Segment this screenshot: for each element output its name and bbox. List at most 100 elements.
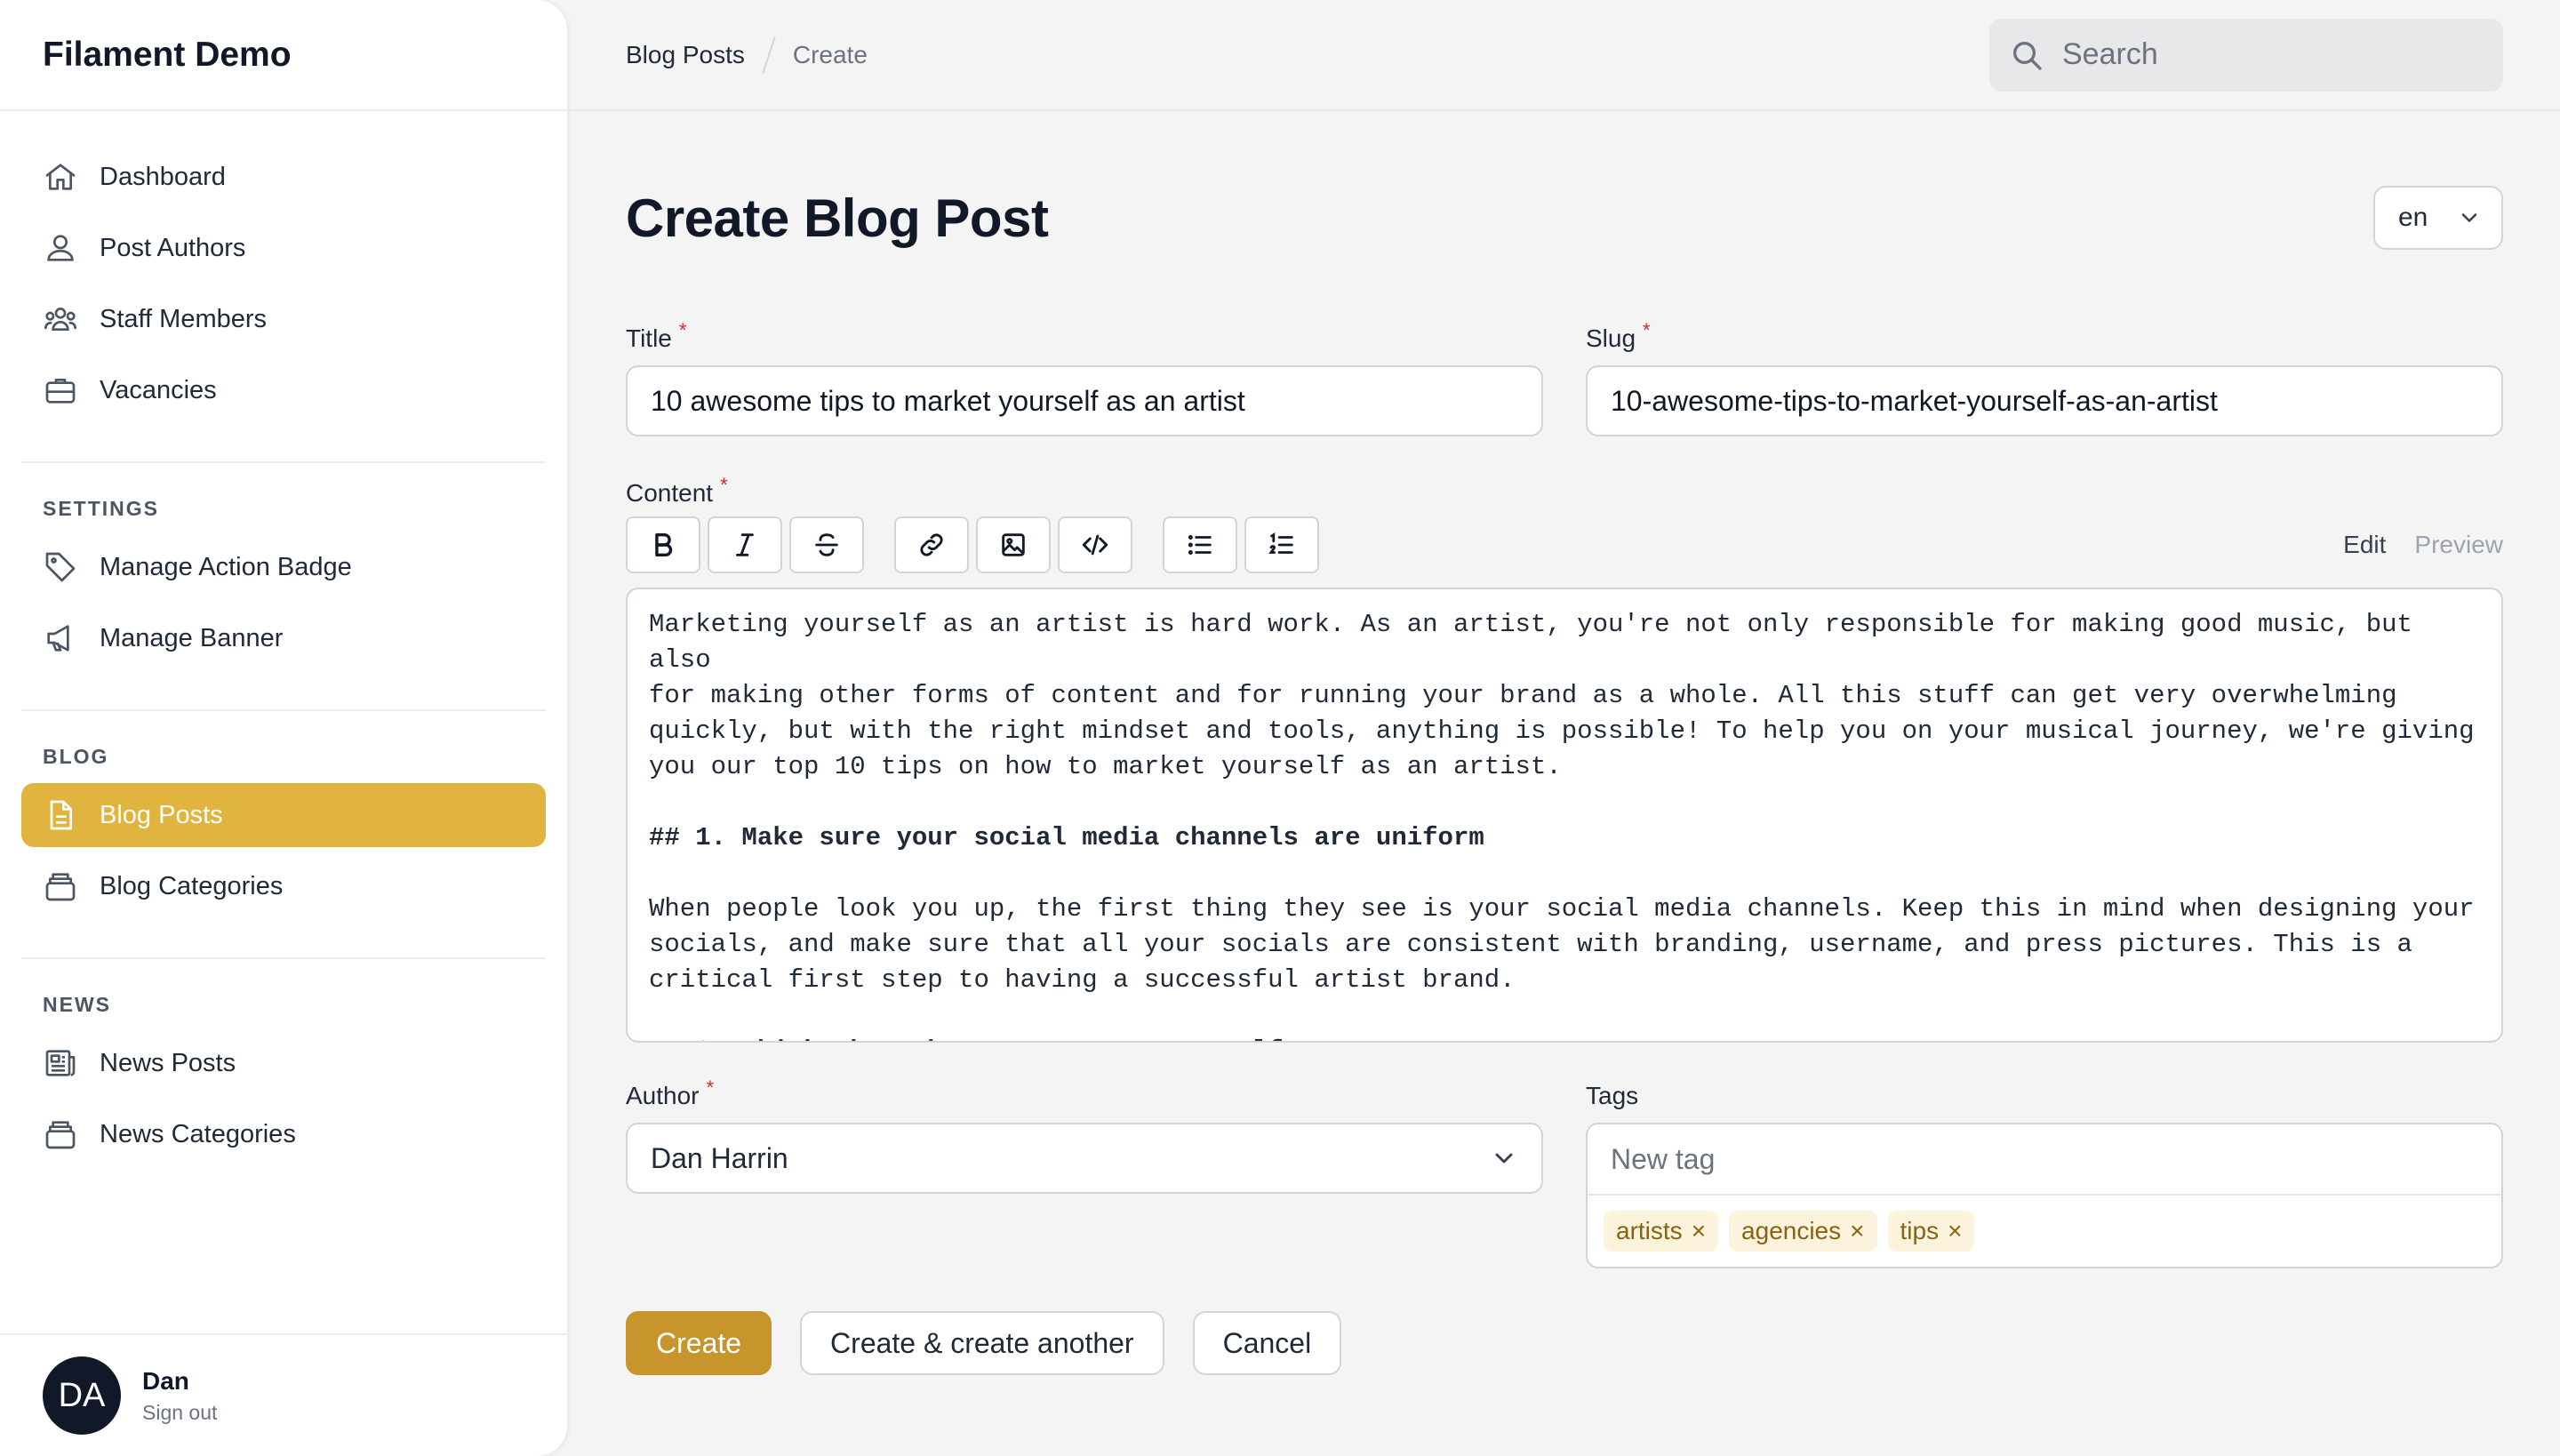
image-button[interactable]	[976, 516, 1051, 573]
tags-input-wrapper	[1588, 1124, 2501, 1196]
app-title[interactable]: Filament Demo	[0, 0, 567, 111]
user-info: Dan Sign out	[142, 1367, 217, 1425]
editor-toolbar-row: Edit Preview	[626, 516, 2503, 573]
title-field[interactable]: 10 awesome tips to market yourself as an…	[626, 365, 1543, 436]
author-select[interactable]: Dan Harrin	[626, 1123, 1543, 1194]
editor-heading: ## 2. Think about how to express yoursel…	[649, 1034, 2480, 1041]
page-title: Create Blog Post	[626, 188, 1049, 248]
tags-label-text: Tags	[1586, 1082, 1639, 1109]
sidebar-item-vacancies[interactable]: Vacancies	[21, 358, 546, 422]
remove-tag-icon[interactable]: ×	[1948, 1217, 1962, 1245]
numbered-list-icon	[1268, 532, 1293, 554]
author-value: Dan Harrin	[651, 1141, 788, 1174]
strike-button[interactable]	[789, 516, 864, 573]
required-marker: *	[1643, 319, 1651, 341]
tag-label: artists	[1616, 1217, 1683, 1244]
author-field-group: Author * Dan Harrin	[626, 1076, 1543, 1268]
page-header: Create Blog Post en	[626, 111, 2503, 324]
locale-select[interactable]: en	[2373, 186, 2503, 250]
author-tags-row: Author * Dan Harrin Tags artists ×	[626, 1076, 2503, 1268]
briefcase-icon	[45, 379, 76, 404]
italic-button[interactable]	[708, 516, 782, 573]
cancel-button[interactable]: Cancel	[1192, 1311, 1342, 1375]
megaphone-icon	[47, 625, 69, 652]
sign-out-link[interactable]: Sign out	[142, 1401, 217, 1425]
title-label-text: Title	[626, 324, 672, 352]
nav-group-settings: Settings Manage Action Badge Manage Bann…	[21, 463, 546, 711]
sidebar-item-news-posts[interactable]: News Posts	[21, 1031, 546, 1095]
breadcrumb: Blog Posts Create	[626, 36, 868, 75]
content-editor[interactable]: Marketing yourself as an artist is hard …	[626, 588, 2503, 1043]
editor-line: quickly, but with the right mindset and …	[649, 716, 2475, 746]
remove-tag-icon[interactable]: ×	[1850, 1217, 1864, 1245]
bold-icon	[655, 532, 673, 557]
editor-heading: ## 1. Make sure your social media channe…	[649, 823, 1484, 852]
sidebar-item-label: Staff Members	[100, 304, 268, 333]
bullet-list-button[interactable]	[1163, 516, 1237, 573]
tab-edit[interactable]: Edit	[2343, 531, 2386, 559]
link-icon	[920, 533, 943, 556]
tags-field-group: Tags artists × agencies × tips	[1586, 1082, 2503, 1268]
sidebar-item-label: News Categories	[100, 1119, 296, 1148]
home-icon	[45, 164, 76, 190]
sidebar-item-manage-action-badge[interactable]: Manage Action Badge	[21, 535, 546, 599]
tags-label: Tags	[1586, 1082, 2503, 1110]
tag-label: tips	[1900, 1217, 1940, 1244]
nav-group-blog: Blog Blog Posts Blog Categories	[21, 711, 546, 959]
code-icon	[1082, 534, 1108, 556]
required-marker: *	[720, 474, 728, 496]
code-button[interactable]	[1058, 516, 1132, 573]
new-tag-input[interactable]	[1611, 1142, 2478, 1176]
toolbar-group-lists	[1163, 516, 1319, 573]
tag-label: agencies	[1741, 1217, 1842, 1244]
toolbar-group-insert	[894, 516, 1132, 573]
users-icon	[47, 235, 74, 261]
link-button[interactable]	[894, 516, 969, 573]
create-another-button[interactable]: Create & create another	[800, 1311, 1164, 1375]
sidebar-item-staff-members[interactable]: Staff Members	[21, 287, 546, 351]
sidebar-item-blog-categories[interactable]: Blog Categories	[21, 854, 546, 918]
slug-field-group: Slug * 10-awesome-tips-to-market-yoursel…	[1586, 319, 2503, 436]
tab-preview[interactable]: Preview	[2414, 531, 2503, 559]
breadcrumb-blog-posts[interactable]: Blog Posts	[626, 41, 745, 69]
slug-label-text: Slug	[1586, 324, 1636, 352]
strikethrough-icon	[815, 533, 838, 556]
nav-group-main: Dashboard Post Authors Staff Members Vac…	[21, 111, 546, 463]
bold-button[interactable]	[626, 516, 700, 573]
sidebar-item-label: Post Authors	[100, 233, 246, 262]
sidebar-item-news-categories[interactable]: News Categories	[21, 1102, 546, 1166]
sidebar-item-dashboard[interactable]: Dashboard	[21, 145, 546, 209]
breadcrumb-create: Create	[792, 40, 868, 68]
sidebar-item-label: Manage Banner	[100, 623, 284, 652]
editor-line: When people look you up, the first thing…	[649, 894, 2475, 924]
title-field-group: Title * 10 awesome tips to market yourse…	[626, 319, 1543, 436]
search-input[interactable]	[2062, 37, 2489, 72]
sidebar-item-label: Blog Posts	[100, 800, 223, 829]
numbered-list-button[interactable]	[1244, 516, 1319, 573]
content-label-text: Content	[626, 479, 714, 507]
content-label: Content *	[626, 474, 2503, 508]
title-label: Title *	[626, 319, 1543, 353]
sidebar-item-post-authors[interactable]: Post Authors	[21, 216, 546, 280]
editor-line: socials, and make sure that all your soc…	[649, 930, 2412, 959]
search-box[interactable]	[1989, 18, 2503, 92]
tag-icon	[45, 552, 76, 582]
sidebar-item-blog-posts[interactable]: Blog Posts	[21, 783, 546, 847]
sidebar-item-label: Vacancies	[100, 375, 217, 404]
author-label: Author *	[626, 1076, 1543, 1110]
locale-value: en	[2398, 203, 2428, 232]
breadcrumb-separator	[762, 36, 776, 74]
create-button[interactable]: Create	[626, 1311, 772, 1375]
sidebar-item-manage-banner[interactable]: Manage Banner	[21, 606, 546, 670]
user-name: Dan	[142, 1366, 189, 1395]
title-slug-row: Title * 10 awesome tips to market yourse…	[626, 319, 2503, 436]
image-icon	[1002, 533, 1025, 556]
nav-group-label: News	[43, 993, 111, 1016]
remove-tag-icon[interactable]: ×	[1692, 1217, 1706, 1245]
toolbar-group-format	[626, 516, 864, 573]
avatar[interactable]: DA	[43, 1356, 121, 1435]
slug-field[interactable]: 10-awesome-tips-to-market-yourself-as-an…	[1586, 365, 2503, 436]
user-menu: DA Dan Sign out	[0, 1333, 567, 1456]
editor-tabs: Edit Preview	[2343, 531, 2503, 559]
bullet-list-icon	[1188, 534, 1212, 556]
